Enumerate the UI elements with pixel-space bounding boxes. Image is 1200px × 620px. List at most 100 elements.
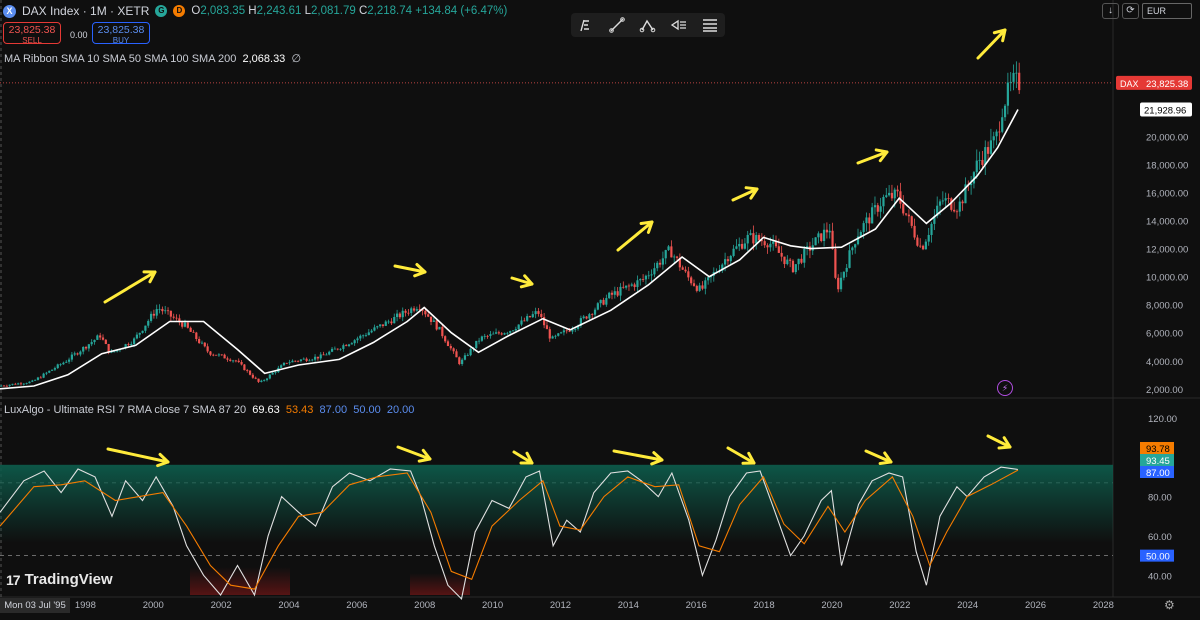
candle-body: [45, 372, 48, 374]
candle-body: [34, 379, 37, 381]
candle-body: [803, 248, 806, 263]
candle-body: [899, 191, 902, 204]
candle-body: [65, 361, 68, 363]
candle-body: [834, 249, 837, 278]
symbol-title[interactable]: DAX Index · 1M · XETR: [22, 4, 149, 18]
candle-body: [885, 195, 888, 197]
candle-body: [14, 383, 17, 385]
candle-body: [461, 359, 464, 365]
price-tick-label: 2,000.00: [1146, 385, 1183, 396]
arrow-shaft: [616, 220, 654, 252]
candle-body: [407, 312, 410, 314]
chart-canvas[interactable]: 2,000.00 4,000.00 6,000.00 8,000.00 10,000.0…: [0, 0, 1200, 615]
candle-body: [825, 229, 829, 233]
ma-ribbon-legend[interactable]: MA Ribbon SMA 10 SMA 50 SMA 100 SMA 200 …: [4, 52, 301, 65]
candle-body: [797, 258, 800, 265]
candle-body: [311, 359, 314, 361]
candle-body: [164, 310, 167, 312]
candle-body: [265, 378, 269, 381]
candle-body: [726, 259, 730, 262]
candle-body: [554, 335, 557, 337]
candle-body: [531, 314, 534, 318]
candle-body: [435, 320, 438, 330]
candle-body: [260, 380, 263, 382]
trend-line-tool-icon[interactable]: [608, 16, 626, 34]
status-g-badge[interactable]: G: [155, 5, 168, 17]
last-price-symbol: DAX: [1120, 79, 1139, 89]
candle-body: [373, 327, 376, 331]
candle-body: [297, 360, 300, 362]
candle-body: [557, 333, 560, 336]
candle-body: [56, 364, 59, 369]
candle-body: [704, 280, 707, 289]
candle-body: [466, 355, 469, 356]
chart-header: X DAX Index · 1M · XETR G D O2,083.35 H2…: [3, 3, 507, 19]
candle-body: [526, 316, 529, 321]
candle-body: [31, 380, 34, 382]
candle-body: [879, 206, 882, 212]
candle-body: [141, 330, 144, 333]
candle-body: [975, 160, 978, 173]
time-tick-label: 2004: [278, 600, 299, 611]
download-icon[interactable]: ↓: [1102, 3, 1119, 19]
candle-body: [562, 330, 566, 333]
sell-button[interactable]: 23,825.38 SELL: [3, 22, 61, 45]
candle-body: [961, 201, 964, 204]
chart-area[interactable]: 2,000.00 4,000.00 6,000.00 8,000.00 10,000.0…: [0, 0, 1200, 615]
buy-button[interactable]: 23,825.38 BUY: [92, 22, 150, 45]
candle-body: [367, 332, 370, 336]
cursor-tool-icon[interactable]: [577, 16, 595, 34]
annotation-arrows: [103, 28, 1012, 468]
lightning-icon[interactable]: ⚡: [997, 380, 1013, 396]
candle-body: [257, 378, 260, 382]
status-d-badge[interactable]: D: [173, 5, 186, 17]
candle-body: [930, 223, 933, 235]
path-tool-icon[interactable]: [639, 16, 657, 34]
candle-body: [308, 360, 311, 362]
symbol-icon[interactable]: X: [3, 4, 16, 18]
candle-body: [133, 338, 136, 344]
candle-body: [794, 264, 797, 273]
candle-body: [319, 354, 322, 359]
candle-body: [494, 332, 498, 334]
settings-lines-icon[interactable]: [701, 16, 719, 34]
candle-body: [904, 213, 908, 215]
price-tick-label: 12,000.00: [1146, 245, 1188, 256]
rsi-legend[interactable]: LuxAlgo - Ultimate RSI 7 RMA close 7 SMA…: [4, 404, 414, 416]
arrow-shaft: [106, 447, 170, 464]
candle-body: [243, 364, 246, 371]
candle-body: [568, 330, 571, 332]
price-tick-label: 20,000.00: [1146, 132, 1188, 143]
time-tick-label: 2016: [686, 600, 707, 611]
gear-icon[interactable]: ⚙: [1164, 598, 1175, 612]
time-tick-label: 2008: [414, 600, 435, 611]
candle-body: [198, 339, 201, 343]
candle-body: [189, 327, 192, 332]
time-tick-label: 1998: [75, 600, 96, 611]
price-tick-label: 14,000.00: [1146, 217, 1188, 228]
candle-body: [285, 362, 288, 364]
oversold-zone-1: [190, 567, 290, 595]
candle-body: [226, 358, 229, 360]
candle-body: [246, 370, 249, 371]
candle-body: [181, 322, 184, 327]
candle-body: [701, 285, 704, 289]
candle-body: [738, 243, 741, 247]
candle-body: [565, 330, 568, 332]
rsi-tick-label: 40.00: [1148, 571, 1172, 582]
fib-tool-icon[interactable]: [670, 16, 688, 34]
currency-selector[interactable]: EUR: [1142, 3, 1192, 19]
candle-body: [2, 385, 6, 387]
candle-body: [220, 354, 223, 356]
candle-body: [209, 351, 212, 355]
refresh-icon[interactable]: ⟳: [1122, 3, 1139, 19]
candle-body: [639, 279, 642, 281]
price-tick-label: 16,000.00: [1146, 189, 1188, 200]
candle-body: [138, 332, 141, 335]
ohlc-readout: O2,083.35 H2,243.61 L2,081.79 C2,218.74 …: [191, 5, 508, 17]
time-tick-label: 2012: [550, 600, 571, 611]
candle-body: [166, 310, 170, 312]
candle-body: [944, 198, 947, 201]
candle-body: [489, 334, 492, 336]
hide-icon[interactable]: ∅: [291, 53, 301, 65]
